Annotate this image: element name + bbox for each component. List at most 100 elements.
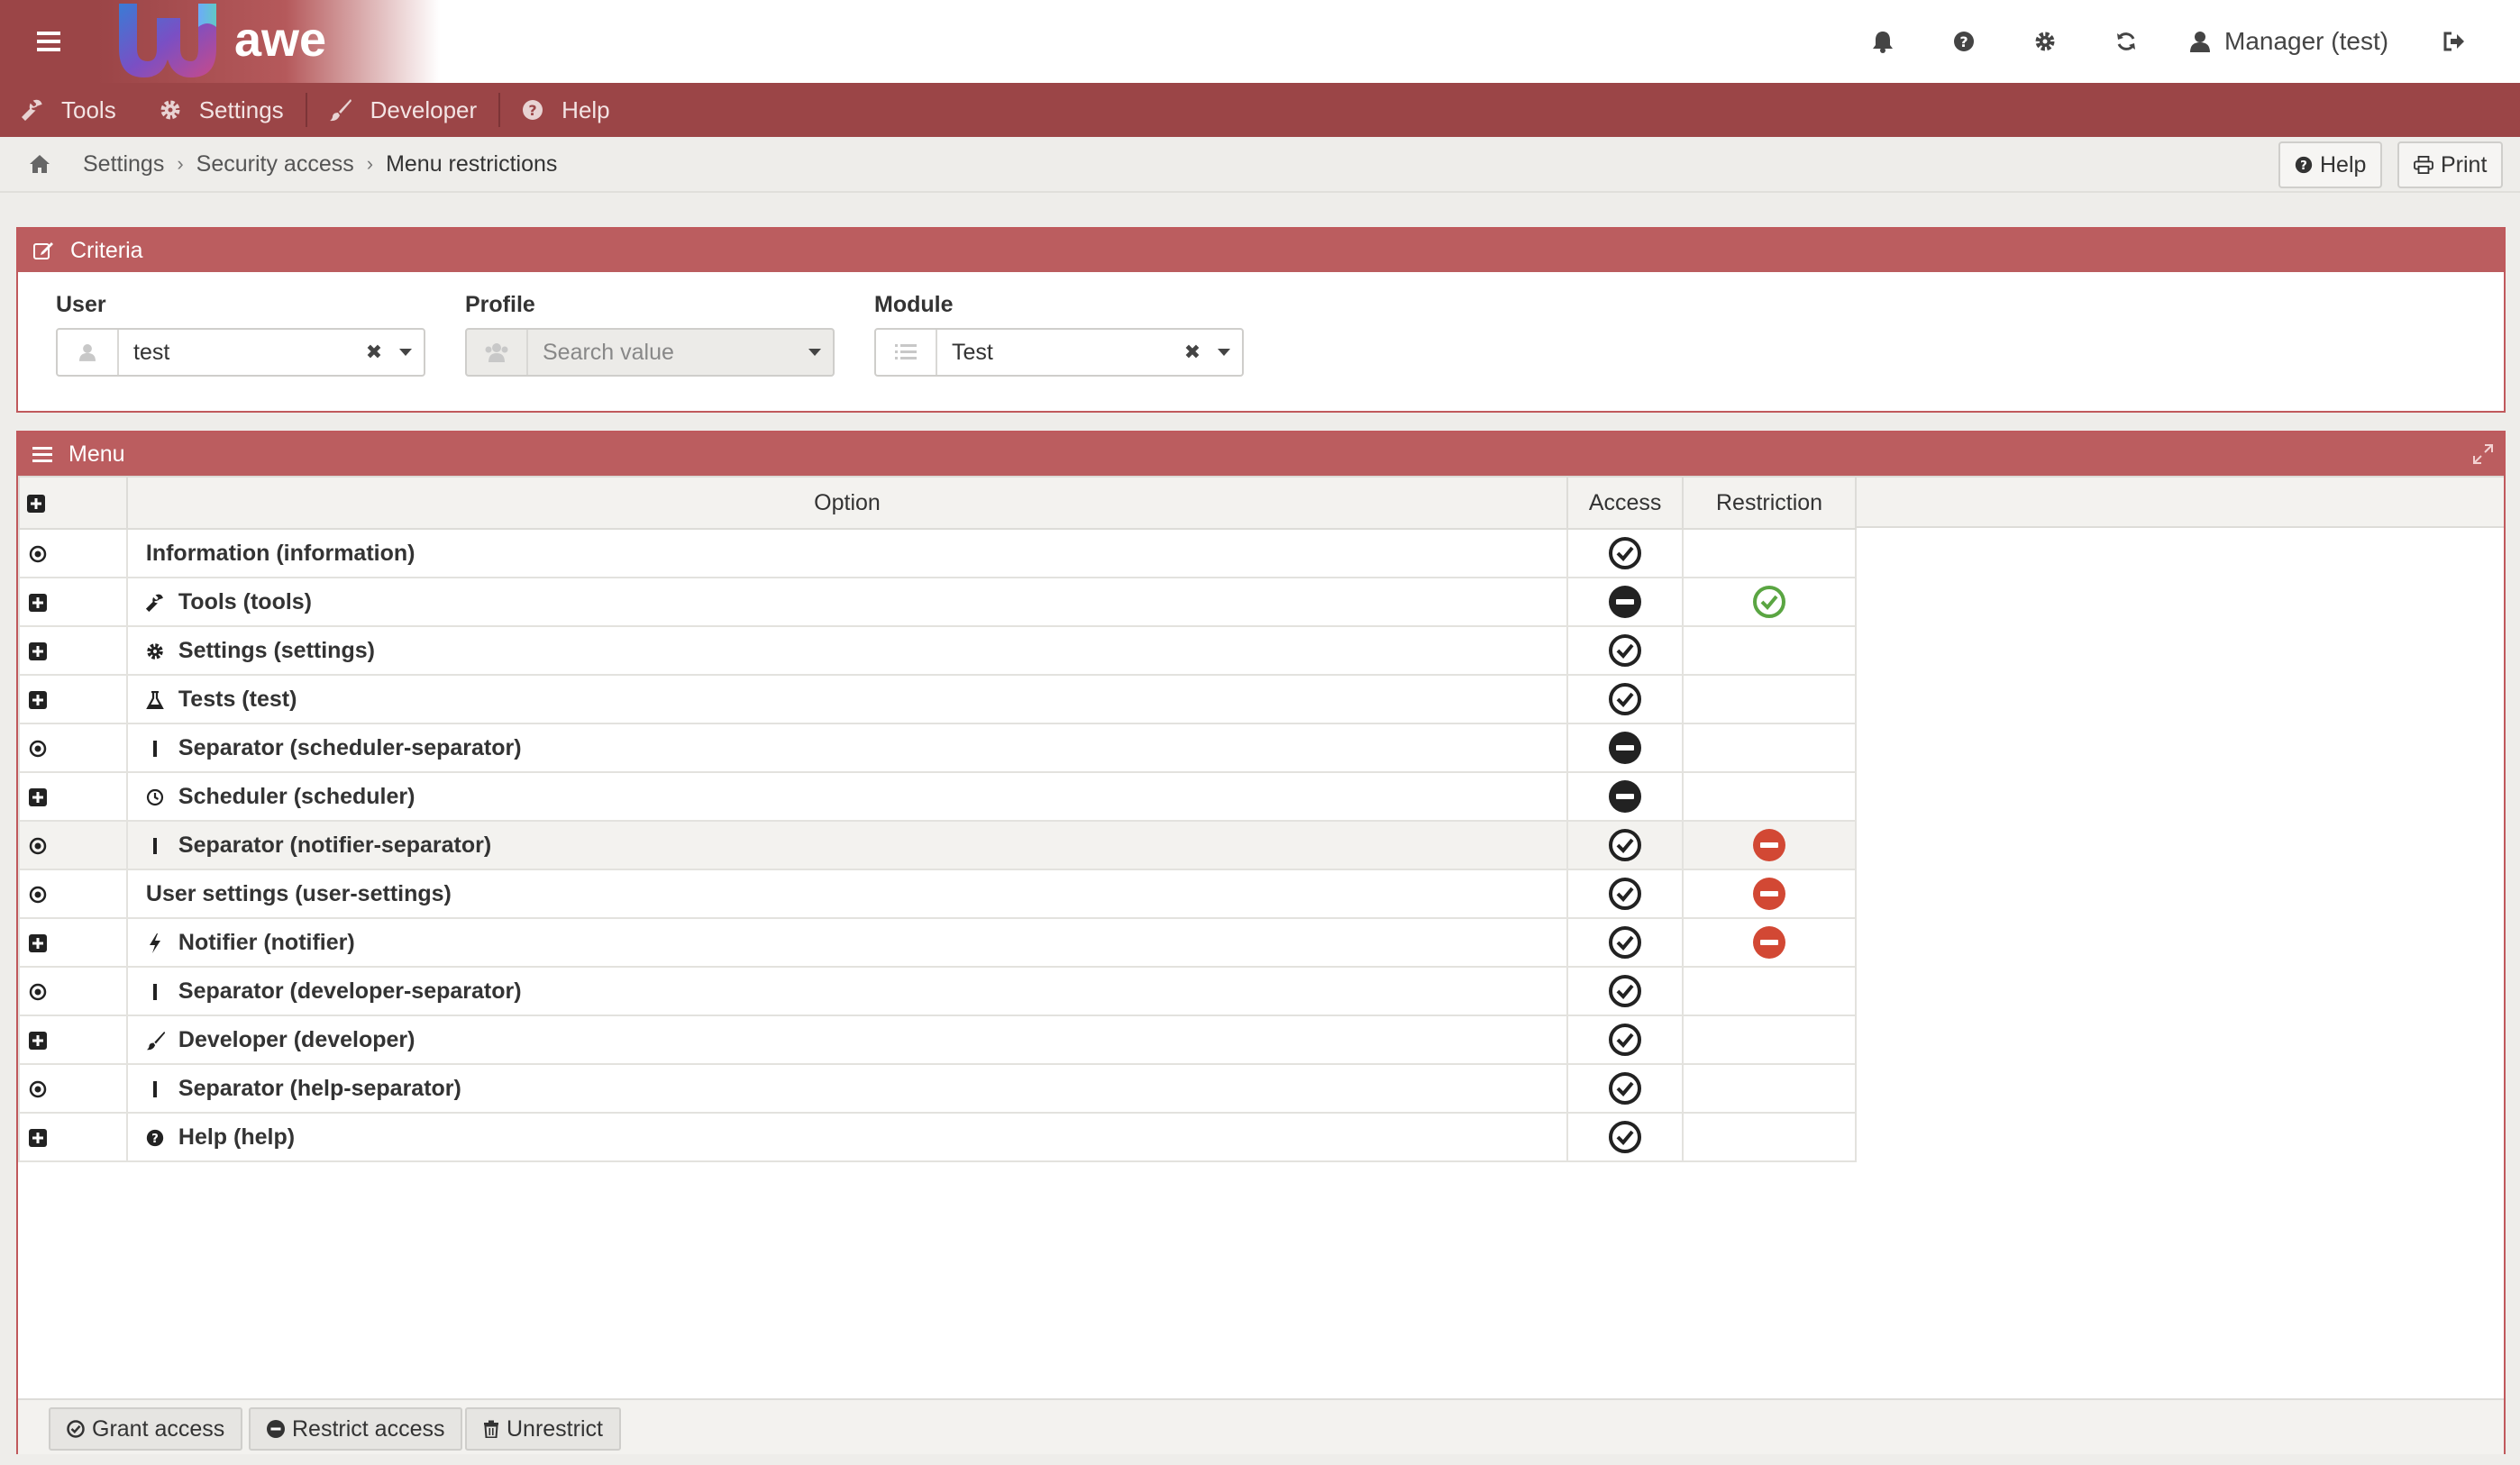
restriction-cell[interactable] [1682, 577, 1857, 627]
table-row[interactable]: User settings (user-settings) [18, 869, 1857, 919]
option-cell[interactable]: Separator (help-separator) [125, 1063, 1569, 1114]
access-granted-icon[interactable] [1608, 536, 1642, 570]
access-cell[interactable] [1566, 625, 1685, 676]
access-cell[interactable] [1566, 674, 1685, 724]
radio-dot-icon[interactable] [29, 740, 47, 758]
hamburger-menu-button[interactable] [0, 0, 97, 83]
radio-dot-icon[interactable] [29, 886, 47, 904]
option-cell[interactable]: Scheduler (scheduler) [125, 771, 1569, 822]
access-cell[interactable] [1566, 966, 1685, 1016]
print-button[interactable]: Print [2397, 141, 2504, 188]
table-row[interactable]: Separator (developer-separator) [18, 966, 1857, 1016]
access-granted-icon[interactable] [1608, 1120, 1642, 1154]
access-granted-icon[interactable] [1608, 1023, 1642, 1057]
access-granted-icon[interactable] [1608, 682, 1642, 716]
expand-icon[interactable] [2473, 444, 2493, 464]
radio-dot-icon[interactable] [29, 545, 47, 563]
access-granted-icon[interactable] [1608, 1071, 1642, 1106]
nav-item-tools[interactable]: Tools [0, 83, 138, 137]
restriction-denied-icon[interactable] [1752, 828, 1786, 862]
table-row[interactable]: Information (information) [18, 528, 1857, 578]
clear-icon[interactable]: ✖ [361, 341, 388, 364]
expand-row-icon[interactable] [29, 787, 47, 806]
option-cell[interactable]: Separator (scheduler-separator) [125, 723, 1569, 773]
chevron-down-icon[interactable] [388, 348, 424, 357]
restriction-denied-icon[interactable] [1752, 925, 1786, 960]
table-row[interactable]: Tests (test) [18, 674, 1857, 724]
access-cell[interactable] [1566, 1015, 1685, 1065]
row-control-cell[interactable] [18, 771, 128, 822]
user-menu[interactable]: Manager (test) [2190, 0, 2388, 83]
radio-dot-icon[interactable] [29, 983, 47, 1001]
restriction-denied-icon[interactable] [1752, 877, 1786, 911]
unrestrict-button[interactable]: Unrestrict [465, 1407, 621, 1451]
access-granted-icon[interactable] [1608, 633, 1642, 668]
breadcrumb-security-access[interactable]: Security access [196, 151, 354, 177]
table-row[interactable]: Separator (help-separator) [18, 1063, 1857, 1114]
table-row[interactable]: Notifier (notifier) [18, 917, 1857, 968]
access-granted-icon[interactable] [1608, 877, 1642, 911]
help-button[interactable]: ? Help [2278, 141, 2383, 188]
nav-item-help[interactable]: ? Help [500, 83, 631, 137]
row-control-cell[interactable] [18, 966, 128, 1016]
notifications-button[interactable] [1851, 0, 1914, 83]
table-row[interactable]: Tools (tools) [18, 577, 1857, 627]
option-cell[interactable]: Notifier (notifier) [125, 917, 1569, 968]
expand-row-icon[interactable] [29, 1031, 47, 1050]
chevron-down-icon[interactable] [1206, 348, 1242, 357]
expand-all-cell[interactable] [18, 476, 128, 530]
restriction-cell[interactable] [1682, 771, 1857, 822]
option-cell[interactable]: Tests (test) [125, 674, 1569, 724]
logout-button[interactable] [2423, 0, 2486, 83]
nav-item-settings[interactable]: Settings [138, 83, 306, 137]
row-control-cell[interactable] [18, 723, 128, 773]
breadcrumb-settings[interactable]: Settings [83, 151, 164, 177]
access-granted-icon[interactable] [1608, 828, 1642, 862]
access-cell[interactable] [1566, 577, 1685, 627]
option-cell[interactable]: Information (information) [125, 528, 1569, 578]
clear-icon[interactable]: ✖ [1179, 341, 1206, 364]
restriction-cell[interactable] [1682, 917, 1857, 968]
app-logo[interactable]: awe [97, 0, 440, 83]
table-row[interactable]: Separator (scheduler-separator) [18, 723, 1857, 773]
row-control-cell[interactable] [18, 1063, 128, 1114]
restriction-cell[interactable] [1682, 820, 1857, 870]
expand-row-icon[interactable] [29, 933, 47, 952]
refresh-button[interactable] [2095, 0, 2158, 83]
access-cell[interactable] [1566, 528, 1685, 578]
table-row[interactable]: Developer (developer) [18, 1015, 1857, 1065]
option-cell[interactable]: User settings (user-settings) [125, 869, 1569, 919]
radio-dot-icon[interactable] [29, 1080, 47, 1098]
radio-dot-icon[interactable] [29, 837, 47, 855]
restriction-cell[interactable] [1682, 674, 1857, 724]
help-top-button[interactable]: ? [1932, 0, 1995, 83]
row-control-cell[interactable] [18, 869, 128, 919]
access-cell[interactable] [1566, 820, 1685, 870]
access-denied-icon[interactable] [1608, 731, 1642, 765]
restriction-cell[interactable] [1682, 625, 1857, 676]
table-row[interactable]: Scheduler (scheduler) [18, 771, 1857, 822]
option-cell[interactable]: Tools (tools) [125, 577, 1569, 627]
access-cell[interactable] [1566, 723, 1685, 773]
chevron-down-icon[interactable] [797, 348, 833, 357]
profile-select[interactable]: Search value [465, 328, 835, 377]
row-control-cell[interactable] [18, 917, 128, 968]
restriction-granted-icon[interactable] [1752, 585, 1786, 619]
restriction-cell[interactable] [1682, 966, 1857, 1016]
column-header-option[interactable]: Option [125, 476, 1569, 530]
user-select[interactable]: test ✖ [56, 328, 425, 377]
table-row[interactable]: Separator (notifier-separator) [18, 820, 1857, 870]
access-cell[interactable] [1566, 1063, 1685, 1114]
expand-all-icon[interactable] [27, 494, 45, 513]
row-control-cell[interactable] [18, 1112, 128, 1162]
row-control-cell[interactable] [18, 528, 128, 578]
row-control-cell[interactable] [18, 820, 128, 870]
restrict-access-button[interactable]: Restrict access [249, 1407, 463, 1451]
option-cell[interactable]: ? Help (help) [125, 1112, 1569, 1162]
restriction-cell[interactable] [1682, 723, 1857, 773]
row-control-cell[interactable] [18, 674, 128, 724]
column-header-access[interactable]: Access [1566, 476, 1685, 530]
option-cell[interactable]: Settings (settings) [125, 625, 1569, 676]
table-row[interactable]: ? Help (help) [18, 1112, 1857, 1162]
restriction-cell[interactable] [1682, 1015, 1857, 1065]
